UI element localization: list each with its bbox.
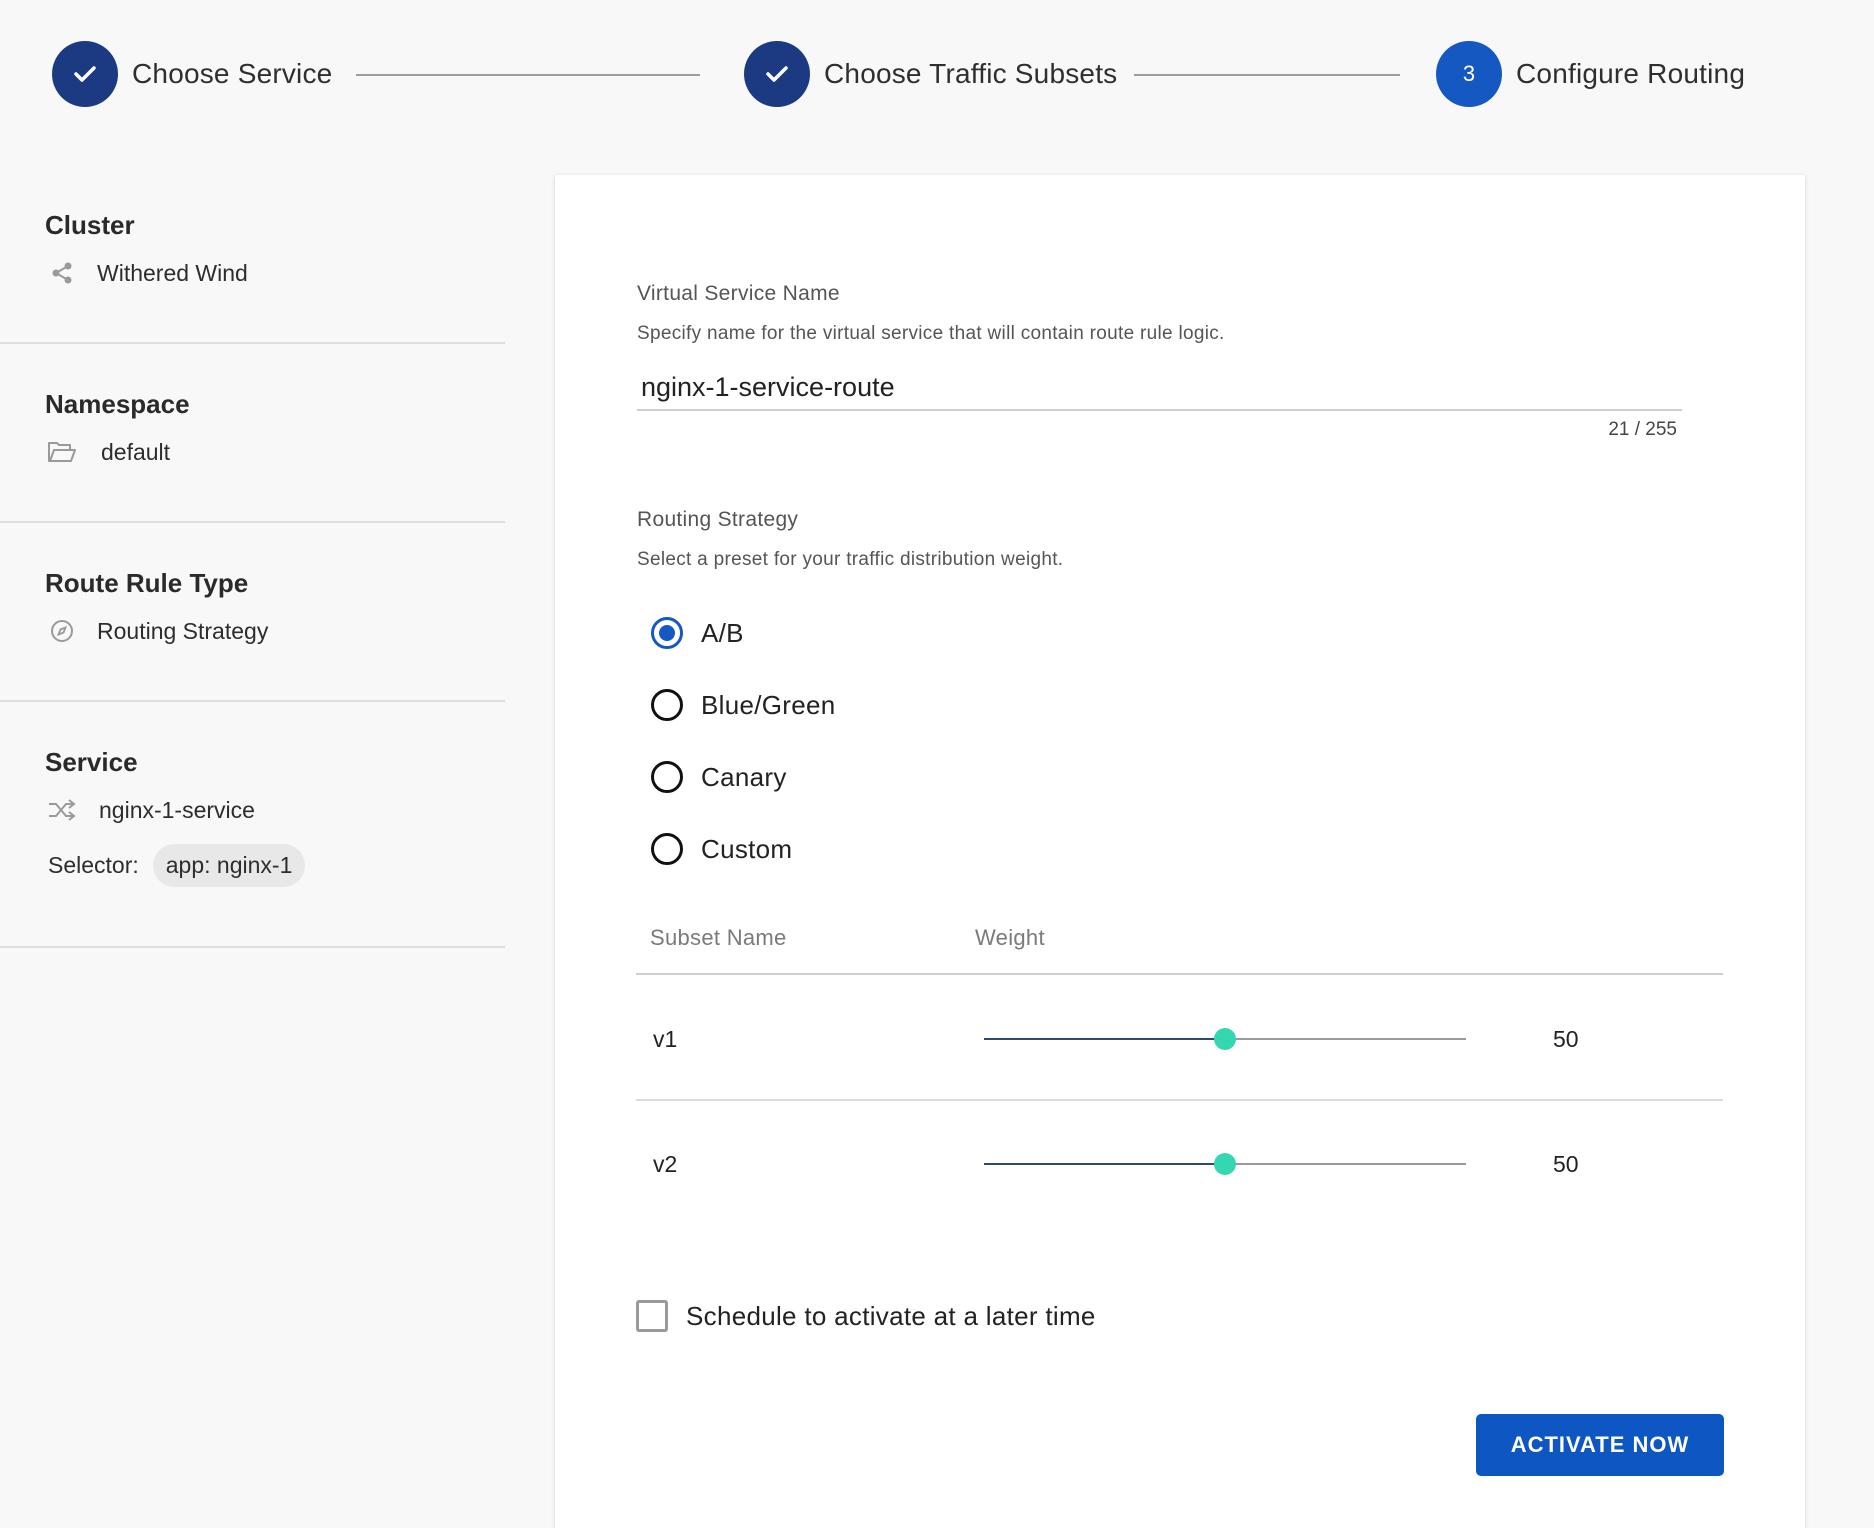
radio-option-blue-green[interactable]: Blue/Green [651,685,836,725]
subset-name: v2 [653,1151,678,1177]
slider-thumb[interactable] [1214,1153,1236,1175]
step-choose-traffic-subsets[interactable]: Choose Traffic Subsets [744,41,1117,107]
shuffle-icon [45,796,79,824]
radio-option-canary[interactable]: Canary [651,757,787,797]
service-title: Service [45,747,138,777]
service-row: nginx-1-service [45,796,505,824]
subsets-table-header: Subset Name Weight [636,925,1723,975]
namespace-title: Namespace [45,389,190,419]
weight-slider[interactable] [984,1027,1466,1051]
weight-value: 50 [1553,1026,1579,1052]
cluster-row: Withered Wind [45,259,505,287]
folder-open-icon [45,438,79,466]
namespace-row: default [45,438,505,466]
virtual-service-name-label: Virtual Service Name [637,282,840,305]
radio-label: Custom [701,833,793,864]
virtual-service-name-help: Specify name for the virtual service tha… [637,323,1225,344]
step-configure-routing[interactable]: 3 Configure Routing [1436,41,1745,107]
selector-label: Selector: [48,852,139,878]
cluster-title: Cluster [45,210,135,240]
subset-name-header: Subset Name [650,925,787,950]
compass-icon [45,617,79,645]
route-rule-type-row: Routing Strategy [45,617,505,645]
service-section: Service nginx-1-service Selector: app: n… [0,702,505,948]
weight-header: Weight [975,925,1045,950]
slider-fill [984,1163,1225,1165]
step-3-label: Configure Routing [1516,58,1746,89]
namespace-value: default [101,438,171,465]
subset-row-v1: v1 50 [636,977,1723,1101]
subset-row-v2: v2 50 [636,1101,1723,1225]
char-counter: 21 / 255 [1608,419,1677,440]
step-connector [1134,74,1400,76]
radio-button[interactable] [651,761,683,793]
radio-button[interactable] [651,833,683,865]
share-icon [45,259,79,287]
slider-thumb[interactable] [1214,1028,1236,1050]
weight-value: 50 [1553,1151,1579,1177]
radio-option-custom[interactable]: Custom [651,829,792,869]
slider-fill [984,1038,1225,1040]
virtual-service-name-input[interactable] [637,365,1682,411]
route-rule-type-section: Route Rule Type Routing Strategy [0,523,505,702]
cluster-value: Withered Wind [97,259,248,286]
step-3-number: 3 [1436,41,1502,107]
wizard-stepper: Choose Service Choose Traffic Subsets 3 … [0,0,1874,150]
routing-strategy-label: Routing Strategy [637,508,799,531]
namespace-section: Namespace default [0,344,505,523]
radio-option-ab[interactable]: A/B [651,613,744,653]
schedule-checkbox[interactable] [636,1300,668,1332]
weight-slider[interactable] [984,1152,1466,1176]
schedule-checkbox-row[interactable]: Schedule to activate at a later time [636,1300,1096,1332]
routing-strategy-help: Select a preset for your traffic distrib… [637,549,1064,570]
schedule-label: Schedule to activate at a later time [686,1300,1096,1331]
step-2-check-icon [744,41,810,107]
selector-chip: app: nginx-1 [152,844,306,887]
route-rule-type-value: Routing Strategy [97,617,269,644]
step-connector [356,74,700,76]
radio-button-checked[interactable] [651,617,683,649]
radio-label: Blue/Green [701,689,836,720]
radio-label: A/B [701,617,744,648]
radio-button[interactable] [651,689,683,721]
route-rule-type-title: Route Rule Type [45,568,249,598]
step-choose-service[interactable]: Choose Service [52,41,332,107]
step-1-check-icon [52,41,118,107]
selector-row: Selector: app: nginx-1 [48,844,505,887]
radio-label: Canary [701,761,787,792]
summary-sidebar: Cluster Withered Wind Namespace default … [0,175,505,948]
activate-now-button[interactable]: ACTIVATE NOW [1476,1414,1724,1476]
service-value: nginx-1-service [99,796,255,823]
step-1-label: Choose Service [132,58,333,89]
configure-routing-card: Virtual Service Name Specify name for th… [555,175,1805,1528]
cluster-section: Cluster Withered Wind [0,175,505,344]
step-2-label: Choose Traffic Subsets [824,58,1118,89]
subset-name: v1 [653,1026,678,1052]
